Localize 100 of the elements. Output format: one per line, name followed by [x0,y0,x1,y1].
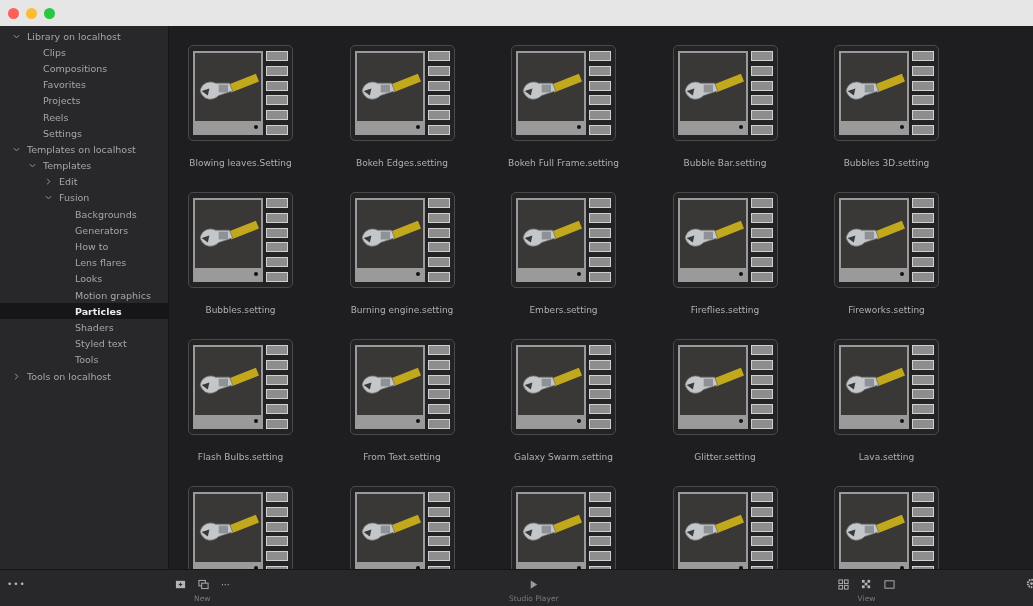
value-tag-icon [266,272,288,282]
file-name: Fireflies.setting [690,304,760,317]
value-tag-icon [589,110,611,121]
settings-file-thumbnail[interactable] [511,45,616,141]
tree-item[interactable]: Edit [0,173,168,190]
tree-item[interactable]: Styled text [0,335,168,352]
settings-file-thumbnail[interactable] [834,486,939,569]
value-tag-icon [266,125,288,135]
value-tag-icon [750,551,773,562]
value-tag-icon [912,359,934,370]
new-folder-icon[interactable] [175,579,186,590]
value-tag-icon [427,389,450,400]
tree-item[interactable]: Particles [0,303,168,320]
tree-item[interactable]: Lens flares [0,254,168,271]
settings-file-thumbnail[interactable] [834,339,939,435]
value-tag-icon [589,65,611,76]
value-tag-icon [589,492,611,502]
value-tag-icon [750,359,773,370]
value-tag-icon [912,551,934,562]
value-tag-icon [589,227,611,238]
settings-file-thumbnail[interactable] [349,45,455,141]
settings-file-thumbnail[interactable] [188,192,293,288]
settings-file-thumbnail[interactable] [188,45,293,141]
settings-file-thumbnail[interactable] [511,486,616,569]
value-tag-icon [912,389,934,400]
tree-item[interactable]: Motion graphics [0,287,168,304]
tree-item[interactable]: Backgrounds [0,206,168,223]
tree-item[interactable]: Fusion [0,189,168,207]
settings-file-thumbnail[interactable] [349,486,455,569]
value-tag-icon [589,80,611,91]
tree-item[interactable]: Settings [0,125,168,142]
value-tag-icon [912,51,934,61]
value-tag-icon [750,95,773,106]
value-tag-icon [427,257,450,268]
value-tag-icon [912,80,934,91]
more-button[interactable]: ··· [221,579,230,590]
value-tag-icon [427,95,450,106]
tree-item[interactable]: Templates [0,157,168,174]
settings-file-thumbnail[interactable] [349,339,455,435]
settings-file-thumbnail[interactable] [672,339,778,435]
settings-file-thumbnail[interactable] [511,339,616,435]
play-icon[interactable] [528,579,540,590]
grid-view-icon[interactable] [838,579,849,590]
value-tag-icon [750,80,773,91]
settings-file-thumbnail[interactable] [188,339,293,435]
tree-item[interactable]: Clips [0,44,168,61]
settings-file-thumbnail[interactable] [672,192,778,288]
file-name: From Text.setting [363,451,441,464]
tree-item[interactable]: Compositions [0,60,168,77]
file-name: Lava.setting [858,451,915,464]
tree-item[interactable]: Favorites [0,76,168,93]
value-tag-icon [750,492,773,502]
checker-icon[interactable] [861,579,872,590]
value-tag-icon [589,51,611,61]
value-tag-icon [266,345,288,355]
settings-file-thumbnail[interactable] [511,192,616,288]
value-tag-icon [266,374,288,385]
file-name: Flash Bulbs.setting [197,451,284,464]
value-tag-icon [750,51,773,61]
tree-item[interactable]: How to [0,238,168,255]
tree-item[interactable]: Templates on localhost [0,141,168,158]
value-tag-icon [750,198,773,208]
value-tag-icon [589,551,611,562]
tree-item[interactable]: Tools [0,351,168,368]
duplicate-icon[interactable] [198,579,209,590]
tree-item[interactable]: Shaders [0,319,168,336]
value-tag-icon [912,404,934,415]
tree-item[interactable]: Projects [0,92,168,109]
value-tag-icon [427,536,450,547]
value-tag-icon [427,419,450,429]
value-tag-icon [427,506,450,517]
settings-file-thumbnail[interactable] [672,486,778,569]
value-tag-icon [589,506,611,517]
tree-item[interactable]: Tools on localhost [0,367,168,385]
file-name: Bokeh Edges.setting [355,157,449,170]
value-tag-icon [750,272,773,282]
settings-file-thumbnail[interactable] [672,45,778,141]
tree-item[interactable]: Generators [0,222,168,239]
value-tag-icon [427,272,450,282]
chevron-icon[interactable] [44,177,53,187]
value-tag-icon [750,345,773,355]
settings-file-thumbnail[interactable] [188,486,293,569]
file-name: Fireworks.setting [848,304,925,317]
single-view-icon[interactable] [884,579,895,590]
settings-file-thumbnail[interactable] [834,45,939,141]
value-tag-icon [589,95,611,106]
tree-item[interactable]: Library on localhost [0,28,168,45]
chevron-icon[interactable] [12,371,21,381]
value-tag-icon [427,345,450,355]
settings-file-thumbnail[interactable] [834,192,939,288]
value-tag-icon [266,419,288,429]
value-tag-icon [750,125,773,135]
more-button[interactable]: ••• [7,579,26,589]
value-tag-icon [750,212,773,223]
value-tag-icon [912,345,934,355]
settings-file-thumbnail[interactable] [349,192,455,288]
tree-item[interactable]: Reels [0,108,168,126]
value-tag-icon [750,506,773,517]
tree-item[interactable]: Looks [0,270,168,287]
value-tag-icon [912,227,934,238]
